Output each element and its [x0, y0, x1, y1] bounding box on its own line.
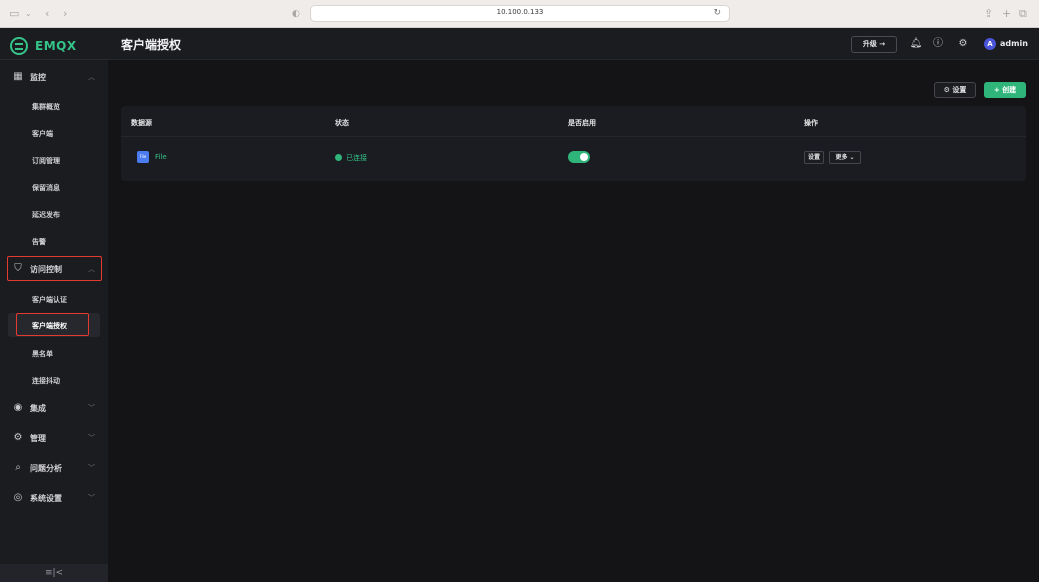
tab-menu-chevron-icon[interactable]: ⌄ — [25, 7, 32, 21]
create-button[interactable]: + 创建 — [984, 82, 1026, 98]
chevron-down-icon: ﹀ — [88, 494, 95, 502]
sidebar-item-delayed-publish[interactable]: 延迟发布 — [0, 202, 108, 226]
sidebar-item-label: 延迟发布 — [32, 211, 60, 219]
sidebar-divider — [0, 59, 108, 60]
main-content: ⚙ 设置 + 创建 数据源 状态 是否启用 操作 File File 已连接 设… — [108, 61, 1039, 582]
column-header-source: 数据源 — [131, 119, 152, 127]
sidebar-item-label: 连接抖动 — [32, 377, 60, 385]
sidebar-toggle-icon[interactable]: ▭ — [9, 7, 19, 21]
sidebar: EMQX ▦ 监控 ︿ 集群概览 客户端 订阅管理 保留消息 延迟发布 告警 ⛉ — [0, 28, 108, 582]
sidebar-group-label: 集成 — [30, 404, 46, 413]
sidebar-item-label: 客户端授权 — [32, 322, 67, 330]
sidebar-item-label: 告警 — [32, 238, 46, 246]
username[interactable]: admin — [1000, 39, 1028, 48]
privacy-icon[interactable]: ◐ — [292, 7, 300, 21]
authorization-table: 数据源 状态 是否启用 操作 File File 已连接 设置 更多 ⌄ — [121, 106, 1026, 181]
sidebar-group-monitor[interactable]: ▦ 监控 ︿ — [0, 64, 108, 90]
collapse-sidebar-button[interactable]: ≡|< — [0, 564, 108, 582]
emqx-logo-icon — [10, 37, 28, 55]
gear-icon[interactable]: ⚙ — [956, 37, 970, 51]
source-name-link[interactable]: File — [155, 153, 167, 161]
address-bar[interactable]: 10.100.0.133 ↻ — [310, 5, 730, 22]
sidebar-item-label: 客户端认证 — [32, 296, 67, 304]
table-row: File File 已连接 设置 更多 ⌄ — [121, 137, 1026, 179]
sidebar-group-label: 访问控制 — [30, 265, 62, 274]
page-header: 客户端授权 升级 → 🔔︎ ⓘ ⚙ A admin — [108, 28, 1039, 60]
sidebar-group-label: 系统设置 — [30, 494, 62, 503]
sidebar-item-authentication[interactable]: 客户端认证 — [0, 287, 108, 311]
back-icon[interactable]: ‹ — [45, 7, 49, 21]
status-text: 已连接 — [346, 154, 367, 162]
brand-name: EMQX — [35, 39, 77, 53]
chevron-down-icon: ﹀ — [88, 434, 95, 442]
column-header-enabled: 是否启用 — [568, 119, 596, 127]
management-icon: ⚙ — [13, 432, 23, 443]
file-icon: File — [137, 151, 149, 163]
upgrade-button[interactable]: 升级 → — [851, 36, 897, 53]
page-title: 客户端授权 — [121, 38, 182, 52]
sidebar-group-diagnose[interactable]: ⌕ 问题分析 ﹀ — [0, 455, 108, 481]
chevron-up-icon: ︿ — [88, 73, 95, 81]
integration-icon: ◉ — [13, 402, 23, 413]
app-root: ▭ ⌄ ‹ › ◐ 10.100.0.133 ↻ ⇪ + ⧉ EMQX ▦ 监控… — [0, 0, 1039, 582]
table-header: 数据源 状态 是否启用 操作 — [121, 106, 1026, 137]
sidebar-item-cluster-overview[interactable]: 集群概览 — [0, 94, 108, 118]
settings-button[interactable]: ⚙ 设置 — [934, 82, 976, 98]
column-header-status: 状态 — [335, 119, 349, 127]
sidebar-item-subscriptions[interactable]: 订阅管理 — [0, 148, 108, 172]
sidebar-item-flapping[interactable]: 连接抖动 — [0, 368, 108, 392]
sidebar-group-label: 监控 — [30, 73, 46, 82]
reload-icon[interactable]: ↻ — [713, 8, 721, 18]
bell-icon[interactable]: 🔔︎ — [909, 37, 923, 51]
column-header-actions: 操作 — [804, 119, 818, 127]
sidebar-item-authorization[interactable]: 客户端授权 — [8, 313, 100, 337]
sidebar-item-blacklist[interactable]: 黑名单 — [0, 341, 108, 365]
enable-toggle[interactable] — [568, 151, 590, 163]
sidebar-item-label: 客户端 — [32, 130, 53, 138]
check-circle-icon — [335, 154, 342, 161]
sidebar-item-label: 订阅管理 — [32, 157, 60, 165]
system-settings-icon: ◎ — [13, 492, 23, 503]
sidebar-group-system-settings[interactable]: ◎ 系统设置 ﹀ — [0, 485, 108, 511]
sidebar-item-alarms[interactable]: 告警 — [0, 229, 108, 253]
dashboard-icon: ▦ — [13, 71, 23, 82]
share-icon[interactable]: ⇪ — [984, 7, 993, 21]
new-tab-icon[interactable]: + — [1002, 7, 1011, 21]
chevron-down-icon: ﹀ — [88, 464, 95, 472]
sidebar-item-label: 黑名单 — [32, 350, 53, 358]
sidebar-group-access-control[interactable]: ⛉ 访问控制 ︿ — [0, 256, 108, 282]
row-settings-button[interactable]: 设置 — [804, 151, 824, 164]
forward-icon[interactable]: › — [63, 7, 67, 21]
row-more-button[interactable]: 更多 ⌄ — [829, 151, 861, 164]
address-text: 10.100.0.133 — [496, 8, 544, 16]
sidebar-item-label: 保留消息 — [32, 184, 60, 192]
help-icon[interactable]: ⓘ — [931, 37, 945, 51]
chevron-up-icon: ︿ — [88, 265, 95, 273]
sidebar-group-integration[interactable]: ◉ 集成 ﹀ — [0, 395, 108, 421]
chevron-down-icon: ﹀ — [88, 404, 95, 412]
sidebar-group-management[interactable]: ⚙ 管理 ﹀ — [0, 425, 108, 451]
diagnose-icon: ⌕ — [15, 462, 21, 473]
sidebar-item-label: 集群概览 — [32, 103, 60, 111]
brand-logo[interactable]: EMQX — [10, 36, 77, 56]
avatar[interactable]: A — [984, 38, 996, 50]
browser-toolbar: ▭ ⌄ ‹ › ◐ 10.100.0.133 ↻ ⇪ + ⧉ — [0, 0, 1039, 28]
sidebar-group-label: 问题分析 — [30, 464, 62, 473]
sidebar-item-retained[interactable]: 保留消息 — [0, 175, 108, 199]
shield-icon: ⛉ — [14, 263, 22, 274]
tab-overview-icon[interactable]: ⧉ — [1019, 7, 1027, 21]
sidebar-group-label: 管理 — [30, 434, 46, 443]
sidebar-item-clients[interactable]: 客户端 — [0, 121, 108, 145]
toggle-knob — [580, 153, 588, 161]
